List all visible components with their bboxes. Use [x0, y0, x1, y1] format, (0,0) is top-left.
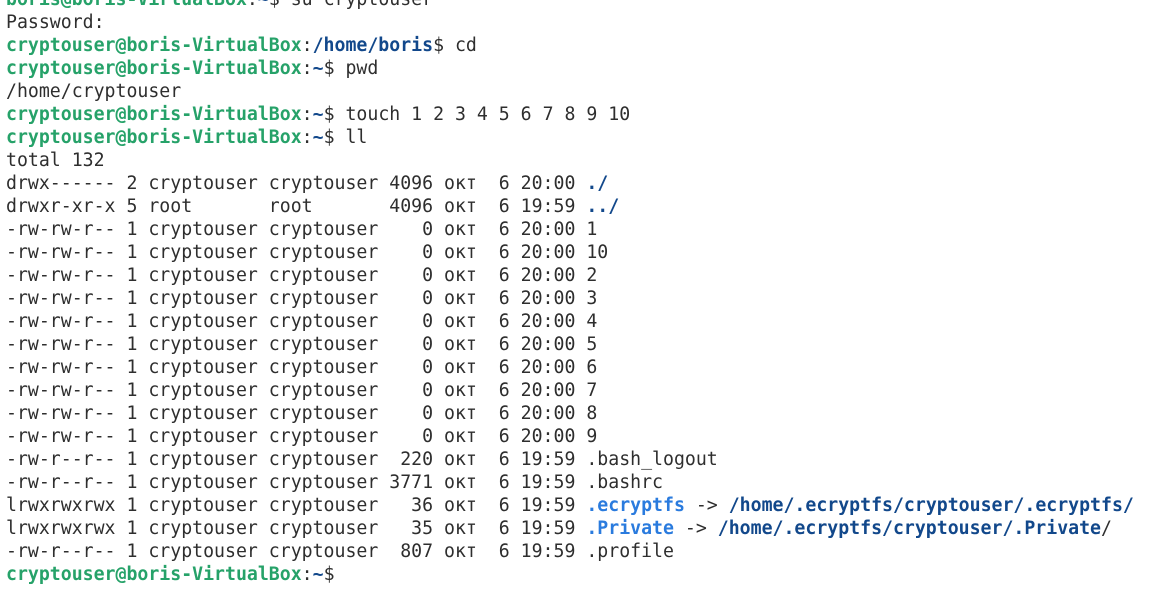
file-meta: -rw-rw-r-- 1 cryptouser cryptouser 0 окт… — [6, 380, 587, 401]
prompt-dollar: $ — [269, 0, 291, 10]
command-text: pwd — [345, 58, 379, 79]
symlink-target: /home/.ecryptfs/cryptouser/.Private — [717, 518, 1102, 539]
listing-row: lrwxrwxrwx 1 cryptouser cryptouser 36 ок… — [6, 494, 1150, 517]
prompt-colon: : — [301, 104, 313, 125]
listing-row: -rw-rw-r-- 1 cryptouser cryptouser 0 окт… — [6, 356, 1150, 379]
symlink-suffix: / — [1101, 518, 1112, 539]
file-name: 7 — [586, 380, 598, 401]
prompt-line: cryptouser@boris-VirtualBox:~$ pwd — [6, 57, 1150, 80]
command-text: touch 1 2 3 4 5 6 7 8 9 10 — [345, 104, 631, 125]
file-name: 4 — [586, 311, 598, 332]
file-name: 10 — [586, 242, 609, 263]
file-name: .bashrc — [586, 472, 663, 493]
prompt-user-host: cryptouser@boris-VirtualBox — [6, 35, 302, 56]
listing-row: lrwxrwxrwx 1 cryptouser cryptouser 35 ок… — [6, 517, 1150, 540]
file-name: 1 — [586, 219, 598, 240]
output-line: total 132 — [6, 149, 1150, 172]
prompt-colon: : — [301, 564, 313, 585]
prompt-line: cryptouser@boris-VirtualBox:/home/boris$… — [6, 34, 1150, 57]
file-name: 3 — [586, 288, 598, 309]
prompt-colon: : — [301, 58, 313, 79]
prompt-user-host: cryptouser@boris-VirtualBox — [6, 564, 302, 585]
prompt-dollar: $ — [323, 564, 346, 585]
prompt-path: ~ — [312, 104, 324, 125]
file-meta: -rw-rw-r-- 1 cryptouser cryptouser 0 окт… — [6, 357, 587, 378]
file-meta: -rw-rw-r-- 1 cryptouser cryptouser 0 окт… — [6, 334, 587, 355]
prompt-colon: : — [247, 0, 258, 10]
file-meta: lrwxrwxrwx 1 cryptouser cryptouser 36 ок… — [6, 495, 587, 516]
symlink-arrow: -> — [673, 518, 718, 539]
prompt-dollar: $ — [323, 104, 346, 125]
listing-row: drwx------ 2 cryptouser cryptouser 4096 … — [6, 172, 1150, 195]
prompt-user-host: boris@boris-VirtualBox — [6, 0, 247, 10]
listing-row: -rw-r--r-- 1 cryptouser cryptouser 807 о… — [6, 540, 1150, 563]
prompt-line: cryptouser@boris-VirtualBox:~$ — [6, 563, 1150, 586]
file-name: 6 — [586, 357, 598, 378]
file-meta: drwx------ 2 cryptouser cryptouser 4096 … — [6, 173, 587, 194]
output-text: /home/cryptouser — [6, 81, 182, 102]
command-text: cd — [454, 35, 477, 56]
listing-row: -rw-r--r-- 1 cryptouser cryptouser 220 о… — [6, 448, 1150, 471]
listing-row: -rw-rw-r-- 1 cryptouser cryptouser 0 окт… — [6, 241, 1150, 264]
file-meta: -rw-rw-r-- 1 cryptouser cryptouser 0 окт… — [6, 288, 587, 309]
symlink-arrow: -> — [684, 495, 729, 516]
listing-row: -rw-rw-r-- 1 cryptouser cryptouser 0 окт… — [6, 264, 1150, 287]
listing-row: -rw-rw-r-- 1 cryptouser cryptouser 0 окт… — [6, 425, 1150, 448]
file-meta: -rw-rw-r-- 1 cryptouser cryptouser 0 окт… — [6, 265, 587, 286]
file-name: 5 — [586, 334, 598, 355]
file-name: ../ — [586, 196, 620, 217]
file-meta: -rw-rw-r-- 1 cryptouser cryptouser 0 окт… — [6, 403, 587, 424]
file-name: .bash_logout — [586, 449, 718, 470]
prompt-colon: : — [301, 35, 313, 56]
listing-row: -rw-rw-r-- 1 cryptouser cryptouser 0 окт… — [6, 218, 1150, 241]
file-meta: -rw-rw-r-- 1 cryptouser cryptouser 0 окт… — [6, 311, 587, 332]
listing-row: drwxr-xr-x 5 root root 4096 окт 6 19:59 … — [6, 195, 1150, 218]
file-name: .profile — [586, 541, 674, 562]
file-meta: -rw-r--r-- 1 cryptouser cryptouser 220 о… — [6, 449, 587, 470]
prompt-line: boris@boris-VirtualBox:~$ su cryptouser — [6, 0, 1150, 11]
prompt-path: ~ — [258, 0, 269, 10]
output-text: Password: — [6, 12, 105, 33]
prompt-dollar: $ — [323, 127, 346, 148]
listing-row: -rw-rw-r-- 1 cryptouser cryptouser 0 окт… — [6, 379, 1150, 402]
prompt-user-host: cryptouser@boris-VirtualBox — [6, 104, 302, 125]
file-meta: -rw-rw-r-- 1 cryptouser cryptouser 0 окт… — [6, 242, 587, 263]
file-meta: -rw-rw-r-- 1 cryptouser cryptouser 0 окт… — [6, 219, 587, 240]
file-name: ./ — [586, 173, 609, 194]
output-line: Password: — [6, 11, 1150, 34]
file-name: 9 — [586, 426, 598, 447]
symlink-target: /home/.ecryptfs/cryptouser/.ecryptfs/ — [728, 495, 1134, 516]
listing-row: -rw-rw-r-- 1 cryptouser cryptouser 0 окт… — [6, 402, 1150, 425]
prompt-dollar: $ — [323, 58, 346, 79]
terminal-output: boris@boris-VirtualBox:~$ su cryptouserP… — [6, 0, 1150, 586]
file-meta: -rw-r--r-- 1 cryptouser cryptouser 807 о… — [6, 541, 587, 562]
terminal-window[interactable]: boris@boris-VirtualBox:~$ su cryptouserP… — [0, 0, 1150, 602]
file-meta: lrwxrwxrwx 1 cryptouser cryptouser 35 ок… — [6, 518, 587, 539]
output-text: total 132 — [6, 150, 105, 171]
file-meta: -rw-r--r-- 1 cryptouser cryptouser 3771 … — [6, 472, 587, 493]
file-name: .Private — [586, 518, 674, 539]
prompt-line: cryptouser@boris-VirtualBox:~$ ll — [6, 126, 1150, 149]
listing-row: -rw-rw-r-- 1 cryptouser cryptouser 0 окт… — [6, 310, 1150, 333]
listing-row: -rw-rw-r-- 1 cryptouser cryptouser 0 окт… — [6, 287, 1150, 310]
prompt-path: ~ — [312, 127, 324, 148]
file-meta: drwxr-xr-x 5 root root 4096 окт 6 19:59 — [6, 196, 587, 217]
listing-row: -rw-r--r-- 1 cryptouser cryptouser 3771 … — [6, 471, 1150, 494]
prompt-path: ~ — [312, 58, 324, 79]
output-line: /home/cryptouser — [6, 80, 1150, 103]
prompt-path: ~ — [312, 564, 324, 585]
command-text: ll — [345, 127, 368, 148]
file-name: 8 — [586, 403, 598, 424]
file-name: 2 — [586, 265, 598, 286]
file-name: .ecryptfs — [586, 495, 685, 516]
prompt-user-host: cryptouser@boris-VirtualBox — [6, 58, 302, 79]
prompt-colon: : — [301, 127, 313, 148]
file-meta: -rw-rw-r-- 1 cryptouser cryptouser 0 окт… — [6, 426, 587, 447]
prompt-path: /home/boris — [312, 35, 434, 56]
prompt-dollar: $ — [433, 35, 455, 56]
command-text: su cryptouser — [291, 0, 433, 10]
prompt-user-host: cryptouser@boris-VirtualBox — [6, 127, 302, 148]
listing-row: -rw-rw-r-- 1 cryptouser cryptouser 0 окт… — [6, 333, 1150, 356]
prompt-line: cryptouser@boris-VirtualBox:~$ touch 1 2… — [6, 103, 1150, 126]
